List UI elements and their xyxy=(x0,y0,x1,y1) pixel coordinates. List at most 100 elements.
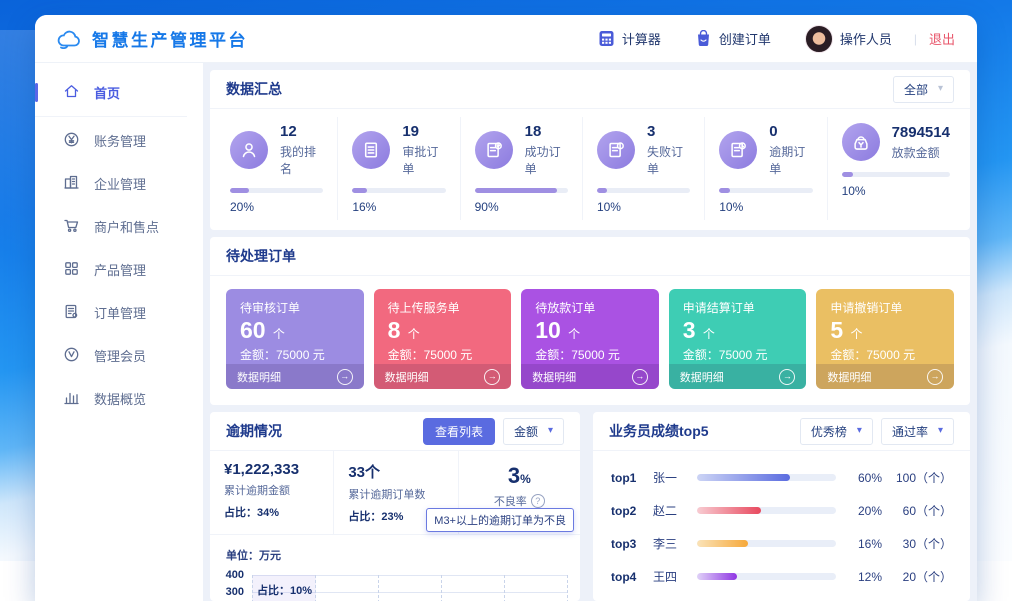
pending-card-detail-link[interactable]: 数据明细 → xyxy=(226,364,364,389)
stat-progress-fill xyxy=(842,172,854,177)
sidebar-item-label: 账务管理 xyxy=(94,131,146,150)
bottom-row: 逾期情况 查看列表 金额 ▾ ¥1,222,333 累计逾期金额 占比：34% xyxy=(210,412,970,601)
overdue-amount-col: ¥1,222,333 累计逾期金额 占比：34% xyxy=(210,451,334,534)
calculator-button[interactable]: 计算器 xyxy=(586,29,673,48)
user-icon xyxy=(230,131,268,169)
chart-unit-label: 单位：万元 xyxy=(210,535,580,569)
top5-percent: 60% xyxy=(848,471,882,485)
stat-label: 审批订单 xyxy=(402,143,445,177)
header-actions: 计算器 创建订单 操作人员 | 退出 xyxy=(586,25,955,53)
stat-value: 19 xyxy=(402,123,445,140)
header-separator: | xyxy=(914,32,917,46)
overdue-count-value: 33个 xyxy=(348,461,457,482)
top5-row: top3 李三 16% 30（个） xyxy=(611,527,952,560)
top5-rank: top1 xyxy=(611,471,641,485)
top5-rank-select[interactable]: 优秀榜 ▾ xyxy=(800,418,873,445)
sidebar-item-3[interactable]: 企业管理 xyxy=(35,162,203,205)
app-window: 智慧生产管理平台 计算器 创建订单 xyxy=(35,15,977,601)
summary-filter-select[interactable]: 全部 ▾ xyxy=(893,76,954,103)
logout-button[interactable]: 退出 xyxy=(927,29,955,48)
pending-card-detail-link[interactable]: 数据明细 → xyxy=(669,364,807,389)
sidebar-item-7[interactable]: 管理会员 xyxy=(35,334,203,377)
top5-count: 100（个） xyxy=(894,469,952,486)
app-header: 智慧生产管理平台 计算器 创建订单 xyxy=(35,15,977,63)
sidebar-item-label: 商户和售点 xyxy=(94,217,159,236)
sidebar-item-1[interactable]: 首页 xyxy=(35,71,203,114)
home-icon xyxy=(63,83,80,103)
summary-stat-tile: 12 我的排名 20% xyxy=(216,117,338,220)
operator-menu[interactable]: 操作人员 xyxy=(793,25,904,53)
pending-card-detail-link[interactable]: 数据明细 → xyxy=(374,364,512,389)
pending-card-amount: 金额：75000 元 xyxy=(830,346,940,363)
view-list-button[interactable]: 查看列表 xyxy=(423,418,495,445)
pending-card-title: 待审核订单 xyxy=(240,299,350,316)
chart-column xyxy=(505,575,568,601)
create-order-button[interactable]: 创建订单 xyxy=(683,29,783,48)
pending-panel: 待处理订单 待审核订单 60 个 金额：75000 元 数据明细 → 待上传服务… xyxy=(210,237,970,405)
chart-annotation: 占比：10%金额：33万元 xyxy=(257,583,324,601)
stat-percent: 10% xyxy=(597,200,690,220)
overdue-panel: 逾期情况 查看列表 金额 ▾ ¥1,222,333 累计逾期金额 占比：34% xyxy=(210,412,580,601)
doc-icon xyxy=(352,131,390,169)
stat-progress-track xyxy=(719,188,812,193)
bad-rate-value: 3% xyxy=(465,463,574,489)
pending-card-count: 3 个 xyxy=(683,317,793,344)
operator-avatar xyxy=(805,25,833,53)
doc-check-icon xyxy=(475,131,513,169)
pending-card-detail-link[interactable]: 数据明细 → xyxy=(521,364,659,389)
top5-rank: top2 xyxy=(611,504,641,518)
detail-label: 数据明细 xyxy=(385,369,429,385)
overdue-bar-chart: 400300200100占比：10%金额：33万元 xyxy=(218,569,570,601)
sidebar-item-6[interactable]: 订单管理 xyxy=(35,291,203,334)
sidebar-item-label: 首页 xyxy=(94,83,120,102)
pending-card-count: 10 个 xyxy=(535,317,645,344)
chart-column: 占比：10%金额：33万元 xyxy=(252,575,316,601)
overdue-count-label: 累计逾期订单数 xyxy=(348,486,457,502)
arrow-right-icon: → xyxy=(337,369,353,385)
detail-label: 数据明细 xyxy=(237,369,281,385)
sidebar-item-label: 管理会员 xyxy=(94,346,146,365)
stat-value: 0 xyxy=(769,123,812,140)
chart-column xyxy=(379,575,442,601)
sidebar-item-label: 订单管理 xyxy=(94,303,146,322)
top5-metric-select[interactable]: 通过率 ▾ xyxy=(881,418,954,445)
sidebar-item-4[interactable]: 商户和售点 xyxy=(35,205,203,248)
v-circle-icon xyxy=(63,346,80,366)
pending-card: 待放款订单 10 个 金额：75000 元 数据明细 → xyxy=(521,289,659,389)
top5-rank: top3 xyxy=(611,537,641,551)
sidebar-item-label: 产品管理 xyxy=(94,260,146,279)
top5-bar-track xyxy=(697,573,836,580)
top5-count: 20（个） xyxy=(894,568,952,585)
top5-bar-fill xyxy=(697,507,761,514)
overdue-filter-value: 金额 xyxy=(514,423,538,440)
pending-card-detail-link[interactable]: 数据明细 → xyxy=(816,364,954,389)
help-icon[interactable]: ? xyxy=(531,494,545,508)
doc-overdue-icon xyxy=(719,131,757,169)
top5-bar-track xyxy=(697,540,836,547)
overdue-filter-select[interactable]: 金额 ▾ xyxy=(503,418,564,445)
pending-card-amount: 金额：75000 元 xyxy=(535,346,645,363)
sidebar-item-5[interactable]: 产品管理 xyxy=(35,248,203,291)
top5-count: 30（个） xyxy=(894,535,952,552)
pending-header: 待处理订单 xyxy=(210,237,970,276)
pending-card-count: 8 个 xyxy=(388,317,498,344)
bad-rate-tooltip: M3+以上的逾期订单为不良 xyxy=(426,508,574,532)
detail-label: 数据明细 xyxy=(680,369,724,385)
top5-row: top4 王四 12% 20（个） xyxy=(611,560,952,593)
yen-circle-icon xyxy=(63,131,80,151)
stat-progress-track xyxy=(475,188,568,193)
stat-percent: 16% xyxy=(352,200,445,220)
top5-bar-track xyxy=(697,507,836,514)
stat-label: 逾期订单 xyxy=(769,143,812,177)
top5-percent: 12% xyxy=(848,570,882,584)
summary-header: 数据汇总 全部 ▾ xyxy=(210,70,970,109)
top5-name: 张一 xyxy=(653,469,685,486)
top5-name: 赵二 xyxy=(653,502,685,519)
pending-card-title: 待上传服务单 xyxy=(388,299,498,316)
sidebar-item-2[interactable]: 账务管理 xyxy=(35,119,203,162)
pending-card-title: 待放款订单 xyxy=(535,299,645,316)
sidebar-item-8[interactable]: 数据概览 xyxy=(35,377,203,420)
stat-percent: 10% xyxy=(842,184,950,204)
calculator-label: 计算器 xyxy=(622,29,661,48)
y-axis-tick: 300 xyxy=(218,586,244,598)
